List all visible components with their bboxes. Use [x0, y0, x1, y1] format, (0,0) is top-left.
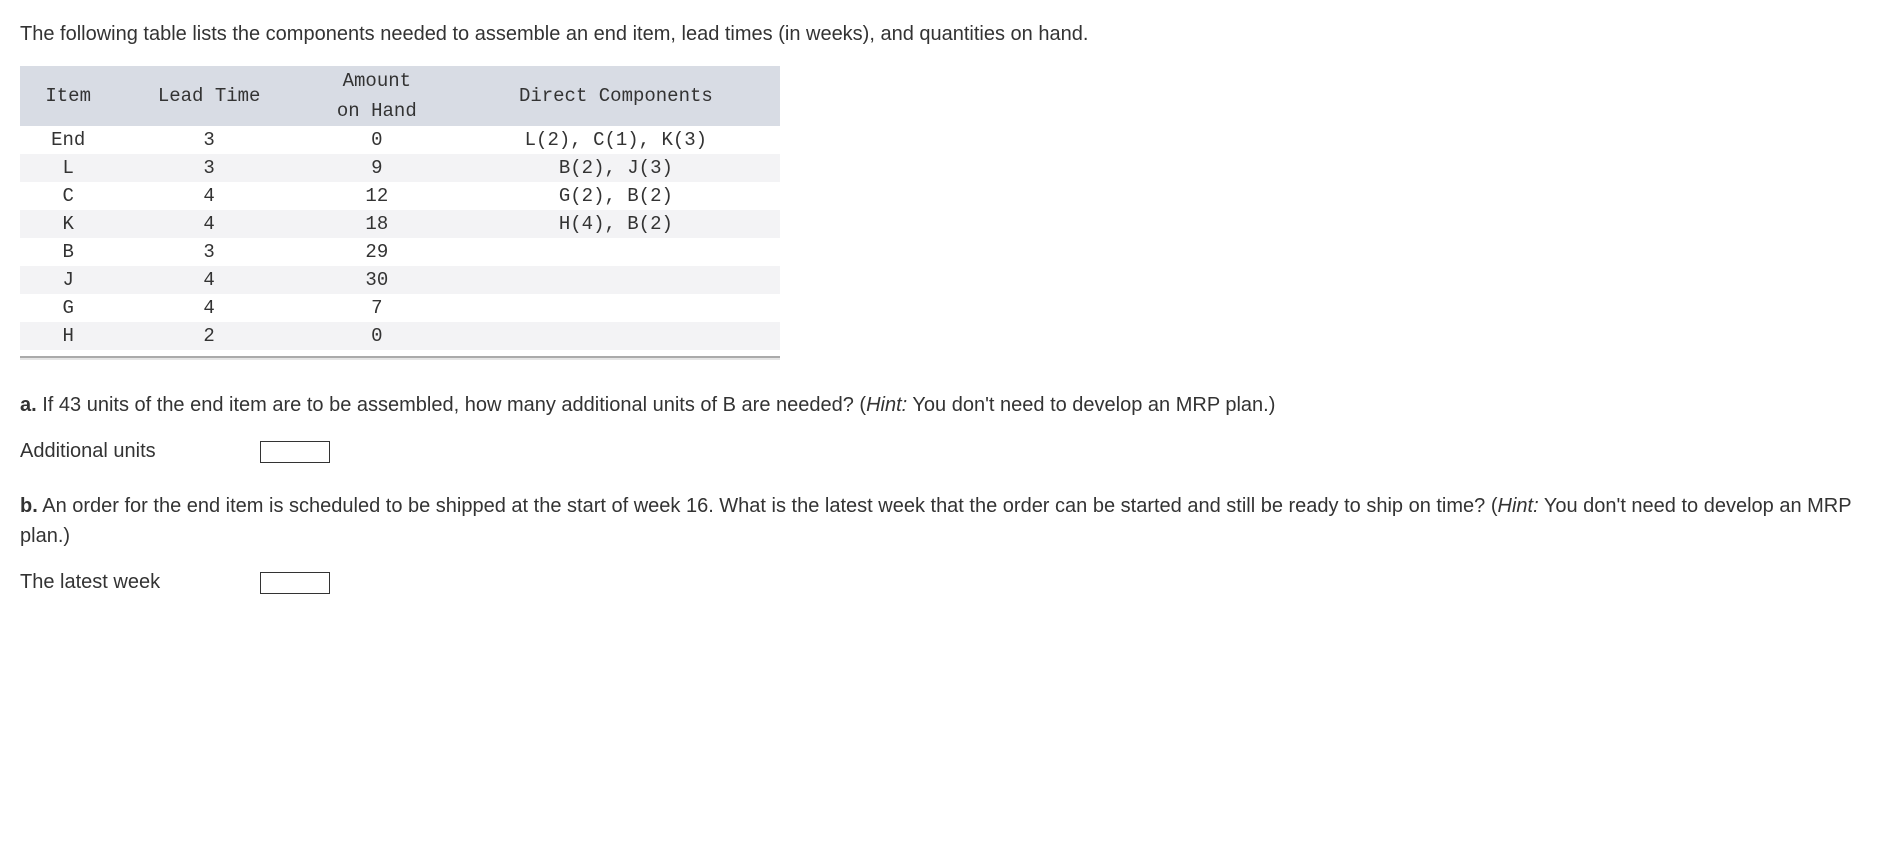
- cell-item: G: [20, 294, 116, 322]
- col-amount-header-line1: Amount: [302, 66, 452, 96]
- components-table: Item Lead Time Amount Direct Components …: [20, 66, 780, 350]
- cell-lead: 3: [116, 238, 302, 266]
- question-b-label: b.: [20, 495, 38, 517]
- col-lead-header: Lead Time: [116, 66, 302, 126]
- cell-amount: 7: [302, 294, 452, 322]
- table-row: End 3 0 L(2), C(1), K(3): [20, 126, 780, 154]
- cell-amount: 12: [302, 182, 452, 210]
- answer-b-label: The latest week: [20, 571, 200, 594]
- cell-amount: 30: [302, 266, 452, 294]
- table-body: End 3 0 L(2), C(1), K(3) L 3 9 B(2), J(3…: [20, 126, 780, 350]
- question-a-label: a.: [20, 394, 37, 416]
- question-a-hint-text: You don't need to develop an MRP plan.): [907, 394, 1275, 416]
- cell-amount: 18: [302, 210, 452, 238]
- cell-item: J: [20, 266, 116, 294]
- cell-item: H: [20, 322, 116, 350]
- cell-lead: 3: [116, 154, 302, 182]
- col-direct-header: Direct Components: [452, 66, 780, 126]
- cell-direct: G(2), B(2): [452, 182, 780, 210]
- cell-lead: 4: [116, 266, 302, 294]
- cell-direct: L(2), C(1), K(3): [452, 126, 780, 154]
- question-a-text: If 43 units of the end item are to be as…: [37, 394, 866, 416]
- cell-direct: H(4), B(2): [452, 210, 780, 238]
- table-row: K 4 18 H(4), B(2): [20, 210, 780, 238]
- cell-item: End: [20, 126, 116, 154]
- col-amount-header-line2: on Hand: [302, 96, 452, 126]
- answer-a-label: Additional units: [20, 440, 200, 463]
- cell-direct: [452, 294, 780, 322]
- col-item-header: Item: [20, 66, 116, 126]
- table-row: G 4 7: [20, 294, 780, 322]
- question-b-text: An order for the end item is scheduled t…: [38, 495, 1498, 517]
- cell-direct: [452, 266, 780, 294]
- cell-lead: 2: [116, 322, 302, 350]
- cell-lead: 4: [116, 182, 302, 210]
- cell-item: B: [20, 238, 116, 266]
- cell-amount: 9: [302, 154, 452, 182]
- question-b: b. An order for the end item is schedule…: [20, 491, 1882, 551]
- cell-lead: 3: [116, 126, 302, 154]
- question-a-hint-label: Hint:: [866, 394, 907, 416]
- table-row: L 3 9 B(2), J(3): [20, 154, 780, 182]
- table-row: H 2 0: [20, 322, 780, 350]
- cell-item: L: [20, 154, 116, 182]
- cell-lead: 4: [116, 210, 302, 238]
- cell-direct: B(2), J(3): [452, 154, 780, 182]
- answer-b-row: The latest week: [20, 571, 1882, 594]
- cell-item: K: [20, 210, 116, 238]
- latest-week-input[interactable]: [260, 572, 330, 594]
- cell-amount: 0: [302, 322, 452, 350]
- cell-direct: [452, 322, 780, 350]
- cell-amount: 29: [302, 238, 452, 266]
- table-row: B 3 29: [20, 238, 780, 266]
- answer-a-row: Additional units: [20, 440, 1882, 463]
- table-bottom-rule: [20, 356, 780, 360]
- cell-amount: 0: [302, 126, 452, 154]
- additional-units-input[interactable]: [260, 441, 330, 463]
- question-a: a. If 43 units of the end item are to be…: [20, 390, 1882, 420]
- table-row: C 4 12 G(2), B(2): [20, 182, 780, 210]
- table-row: J 4 30: [20, 266, 780, 294]
- intro-text: The following table lists the components…: [20, 20, 1882, 48]
- question-b-hint-label: Hint:: [1498, 495, 1539, 517]
- cell-lead: 4: [116, 294, 302, 322]
- cell-item: C: [20, 182, 116, 210]
- cell-direct: [452, 238, 780, 266]
